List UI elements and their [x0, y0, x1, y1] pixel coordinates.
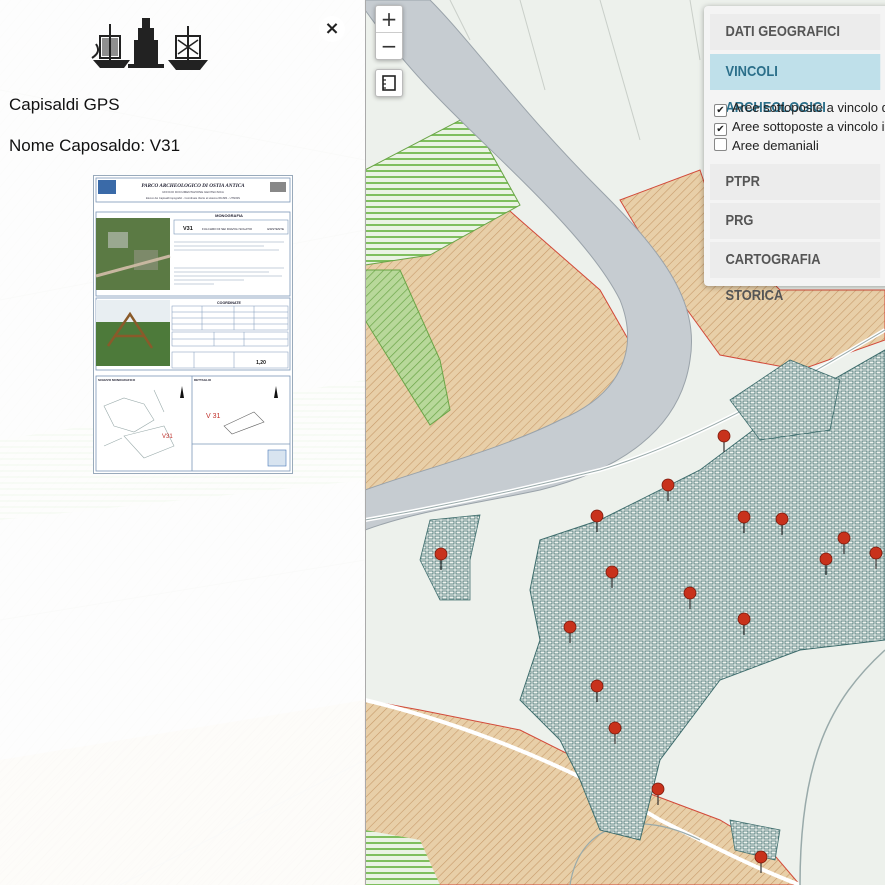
- layer-switcher: DATI GEOGRAFICI VINCOLI ARCHEOLOGICI ✔ Ar…: [704, 6, 885, 304]
- zoom-in-button[interactable]: +: [376, 6, 402, 32]
- value-box: 1,20: [256, 360, 266, 366]
- ruler-icon: [382, 75, 396, 91]
- point-name: V31: [183, 226, 193, 232]
- point-status: ESISTENTE: [267, 227, 284, 231]
- section-prg[interactable]: PRG: [710, 203, 881, 239]
- park-logo: [91, 18, 208, 70]
- zoom-out-button[interactable]: −: [376, 32, 402, 59]
- layer-checkbox-vincolo-d[interactable]: ✔ Aree sottoposte a vincolo d: [714, 100, 885, 117]
- layer-label: Aree sottoposte a vincolo d: [732, 100, 885, 115]
- dettaglio-title: DETTAGLIO: [194, 378, 212, 382]
- section-vincoli-archeologici[interactable]: VINCOLI ARCHEOLOGICI: [710, 54, 881, 116]
- card-header: PARCO ARCHEOLOGICO DI OSTIA ANTICA: [141, 183, 245, 189]
- schizzo-title: SCHIZZO MONOGRAFICO: [98, 378, 136, 382]
- zoom-control: + −: [375, 5, 403, 60]
- checkbox-checked-icon: ✔: [714, 104, 727, 117]
- section-cartografia-storica[interactable]: CARTOGRAFIA STORICA: [710, 242, 881, 304]
- layer-checkbox-aree-demaniali[interactable]: Aree demaniali: [714, 138, 819, 153]
- close-panel-button[interactable]: ×: [319, 16, 345, 42]
- layer-label: Aree demaniali: [732, 138, 819, 153]
- section-dati-geografici[interactable]: DATI GEOGRAFICI: [710, 14, 881, 50]
- layer-checkbox-vincolo-i[interactable]: ✔ Aree sottoposte a vincolo i: [714, 119, 884, 136]
- card-header-line: Elenco dei Capisaldi topografici - Coord…: [146, 196, 240, 200]
- layer-label: Aree sottoposte a vincolo i: [732, 119, 885, 134]
- sketch-label-detail: V 31: [206, 413, 221, 420]
- card-header-sub: UFFICIO DOCUMENTAZIONE GEOTECNICA: [162, 190, 224, 194]
- section-ptpr[interactable]: PTPR: [710, 164, 881, 200]
- caposaldo-name: Nome Caposaldo: V31: [9, 136, 181, 155]
- coordinate-title: COORDINATE: [217, 301, 241, 305]
- point-description: FULCHRO DI SEI DIAVOLI SOLATIO: [202, 227, 253, 231]
- measure-ruler-button[interactable]: [375, 69, 403, 97]
- monografia-title: MONOGRAFIA: [215, 213, 243, 218]
- sketch-label-map: V31: [162, 434, 173, 440]
- caposaldo-monograph-sheet[interactable]: PARCO ARCHEOLOGICO DI OSTIA ANTICA UFFIC…: [93, 175, 293, 474]
- info-panel: × Capisaldi GPS Nome Caposaldo: V31 PARC…: [0, 0, 366, 885]
- panel-title: Capisaldi GPS: [9, 95, 120, 114]
- checkbox-checked-icon: ✔: [714, 123, 727, 136]
- checkbox-unchecked-icon: [714, 138, 727, 151]
